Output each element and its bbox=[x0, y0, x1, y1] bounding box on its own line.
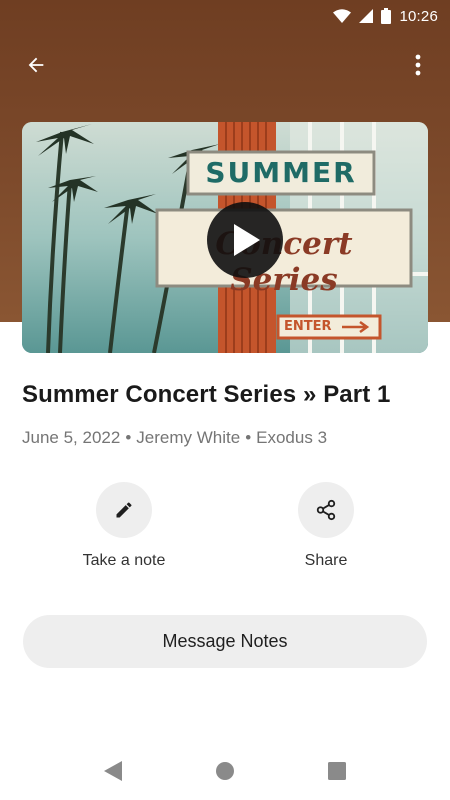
pencil-icon bbox=[116, 502, 132, 518]
sermon-speaker: Jeremy White bbox=[136, 428, 241, 447]
sign-enter-text: ENTER bbox=[284, 319, 332, 334]
take-note-action[interactable]: Take a note bbox=[54, 482, 194, 570]
share-action[interactable]: Share bbox=[256, 482, 396, 570]
nav-home-button[interactable] bbox=[212, 758, 238, 784]
meta-separator: • bbox=[125, 428, 132, 447]
nav-home-icon bbox=[216, 762, 234, 780]
arrow-left-icon bbox=[28, 57, 44, 73]
sermon-title: Summer Concert Series » Part 1 bbox=[22, 381, 391, 408]
message-notes-button[interactable]: Message Notes bbox=[23, 615, 427, 668]
share-icon bbox=[316, 499, 336, 521]
battery-icon bbox=[381, 8, 392, 24]
signal-icon bbox=[359, 9, 374, 23]
status-bar: 10:26 bbox=[0, 0, 450, 32]
more-options-button[interactable] bbox=[400, 47, 436, 83]
share-button[interactable] bbox=[298, 482, 354, 538]
video-thumbnail[interactable]: SUMMER Concert Series ENTER bbox=[22, 122, 428, 353]
nav-recents-button[interactable] bbox=[324, 758, 350, 784]
sign-summer-text: SUMMER bbox=[205, 156, 357, 189]
nav-back-icon bbox=[104, 761, 122, 781]
sign-concert-series-text: Concert Series bbox=[215, 226, 353, 298]
wifi-icon bbox=[333, 9, 352, 23]
take-note-button[interactable] bbox=[96, 482, 152, 538]
play-button[interactable] bbox=[207, 202, 283, 278]
status-time: 10:26 bbox=[399, 7, 438, 25]
sermon-date: June 5, 2022 bbox=[22, 428, 121, 447]
share-label: Share bbox=[304, 552, 348, 569]
more-vert-icon bbox=[415, 54, 421, 76]
meta-separator: • bbox=[245, 428, 252, 447]
nav-back-button[interactable] bbox=[100, 758, 126, 784]
play-icon bbox=[234, 224, 260, 256]
sermon-passage: Exodus 3 bbox=[256, 428, 328, 447]
take-note-label: Take a note bbox=[82, 552, 166, 569]
nav-recents-icon bbox=[328, 762, 346, 780]
app-bar bbox=[0, 40, 450, 90]
sermon-meta: June 5, 2022 • Jeremy White • Exodus 3 bbox=[22, 428, 432, 448]
system-nav-bar bbox=[0, 742, 450, 800]
back-button[interactable] bbox=[18, 47, 54, 83]
